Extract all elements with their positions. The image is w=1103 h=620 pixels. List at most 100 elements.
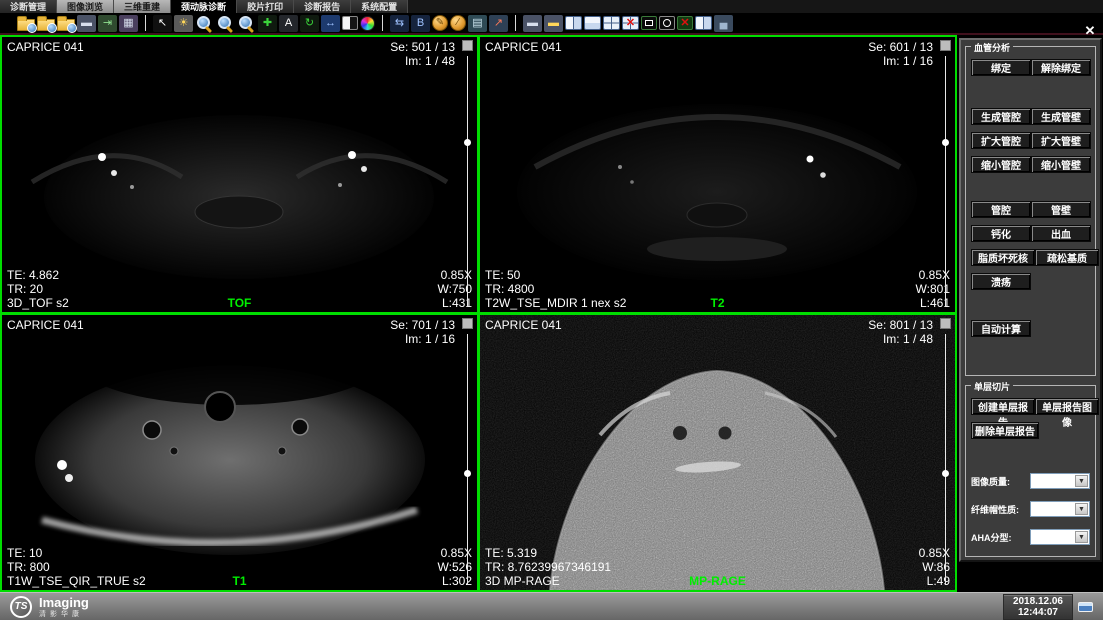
image-scrollbar[interactable] <box>942 56 949 307</box>
brand-text: Imaging 清影华康 <box>39 596 89 618</box>
image-scrollbar[interactable] <box>464 56 471 307</box>
layout-2x1-icon[interactable] <box>584 16 601 30</box>
series-info: Se: 601 / 13 Im: 1 / 16 <box>868 40 933 68</box>
zoom-icon[interactable] <box>195 15 214 32</box>
fit-window-icon[interactable]: ↔ <box>321 15 340 32</box>
tab-image-browse[interactable]: 图像浏览 <box>57 0 114 13</box>
viewport-corner-button[interactable] <box>940 40 951 51</box>
main-area: CAPRICE 041 Se: 501 / 13 Im: 1 / 48 TE: … <box>0 35 1103 592</box>
roi-ellipse-icon[interactable] <box>659 16 675 30</box>
compare-split-icon[interactable] <box>695 16 712 30</box>
open-series-folder-icon[interactable] <box>37 19 55 31</box>
scrollbar-thumb[interactable] <box>464 470 471 477</box>
scrollbar-thumb[interactable] <box>464 139 471 146</box>
open-study-folder-icon[interactable] <box>17 19 35 31</box>
expand-lumen-button[interactable]: 扩大管腔 <box>971 132 1031 149</box>
toolbar-separator <box>145 15 146 31</box>
measure-icon[interactable]: ∕ <box>450 15 466 31</box>
chevron-down-icon[interactable]: ▼ <box>1075 531 1088 543</box>
lumen-button[interactable]: 管腔 <box>971 201 1031 218</box>
shrink-wall-button[interactable]: 缩小管壁 <box>1031 156 1091 173</box>
slice-report-image-button[interactable]: 单层报告图像 <box>1035 398 1099 415</box>
loose-matrix-button[interactable]: 疏松基质 <box>1035 249 1099 266</box>
scrollbar-thumb[interactable] <box>942 470 949 477</box>
layout-close-icon[interactable]: ✕ <box>622 16 639 30</box>
expand-wall-button[interactable]: 扩大管壁 <box>1031 132 1091 149</box>
lipid-core-button[interactable]: 脂质坏死核 <box>971 249 1035 266</box>
fibrous-cap-label: 纤维帽性质: <box>971 503 1019 516</box>
image-quality-label: 图像质量: <box>971 475 1010 488</box>
shrink-lumen-button[interactable]: 缩小管腔 <box>971 156 1031 173</box>
import-images-icon[interactable]: ⇥ <box>98 15 117 32</box>
image-quality-select[interactable]: ▼ <box>1030 473 1090 489</box>
auto-calculate-button[interactable]: 自动计算 <box>971 320 1031 337</box>
layout-1x2-icon[interactable] <box>565 16 582 30</box>
te-value: TE: 5.319 <box>485 546 611 560</box>
hemorrhage-button[interactable]: 出血 <box>1031 225 1091 242</box>
viewport-corner-button[interactable] <box>462 318 473 329</box>
zoom-reset-icon[interactable] <box>237 15 256 32</box>
capture-icon[interactable]: ▄ <box>714 15 733 32</box>
time-value: 12:44:07 <box>1013 607 1063 618</box>
tab-diagnosis-management[interactable]: 诊断管理 <box>0 0 57 13</box>
monitor-minus-icon[interactable]: ▬ <box>523 15 542 32</box>
aha-type-select[interactable]: ▼ <box>1030 529 1090 545</box>
window-level-icon[interactable]: ☀ <box>174 15 193 32</box>
bind-button[interactable]: 绑定 <box>971 59 1031 76</box>
fibrous-cap-select[interactable]: ▼ <box>1030 501 1090 517</box>
tab-film-print[interactable]: 胶片打印 <box>237 0 294 13</box>
annotation-icon[interactable]: A <box>279 15 298 32</box>
pan-icon[interactable]: ✚ <box>258 15 277 32</box>
calcification-button[interactable]: 钙化 <box>971 225 1031 242</box>
te-value: TE: 50 <box>485 268 626 282</box>
close-icon[interactable]: ✕ <box>1082 24 1098 38</box>
roi-delete-icon[interactable]: ✕ <box>677 16 693 30</box>
layout-2x2-icon[interactable] <box>603 16 620 30</box>
te-value: TE: 10 <box>7 546 146 560</box>
copy-icon[interactable]: ▤ <box>468 15 487 32</box>
viewport-corner-button[interactable] <box>462 40 473 51</box>
ulcer-button[interactable]: 溃疡 <box>971 273 1031 290</box>
draw-icon[interactable]: ✎ <box>432 15 448 31</box>
right-sidebar: 血管分析 绑定 解除绑定 生成管腔 生成管壁 扩大管腔 扩大管壁 缩小管腔 <box>957 35 1103 592</box>
viewport-corner-button[interactable] <box>940 318 951 329</box>
generate-wall-button[interactable]: 生成管壁 <box>1031 108 1091 125</box>
scrollbar-thumb[interactable] <box>942 139 949 146</box>
export-image-icon[interactable]: ↗ <box>489 15 508 32</box>
unbind-button[interactable]: 解除绑定 <box>1031 59 1091 76</box>
monitor-edit-icon[interactable]: ▬ <box>544 15 563 32</box>
viewport-t1[interactable]: CAPRICE 041 Se: 701 / 13 Im: 1 / 16 TE: … <box>2 315 477 590</box>
create-slice-report-button[interactable]: 创建单层报告 <box>971 398 1035 415</box>
tab-system-config[interactable]: 系统配置 <box>351 0 408 13</box>
te-value: TE: 4.862 <box>7 268 69 282</box>
brand-name: Imaging <box>39 596 89 609</box>
delete-slice-report-button[interactable]: 删除单层报告 <box>971 422 1039 439</box>
tab-carotid-diagnosis[interactable]: 颈动脉诊断 <box>171 0 237 13</box>
close-study-icon[interactable]: ▬ <box>77 15 96 32</box>
archive-icon[interactable]: ▦ <box>119 15 138 32</box>
cine-forward-icon[interactable]: ⇆ <box>390 15 409 32</box>
viewport-mprage[interactable]: CAPRICE 041 Se: 801 / 13 Im: 1 / 48 TE: … <box>480 315 955 590</box>
sequence-name: T1W_TSE_QIR_TRUE s2 <box>7 574 146 588</box>
tab-3d-reconstruction[interactable]: 三维重建 <box>114 0 171 13</box>
refresh-icon[interactable]: ↻ <box>300 15 319 32</box>
tr-value: TR: 800 <box>7 560 146 574</box>
sequence-label: TOF <box>228 296 252 310</box>
generate-lumen-button[interactable]: 生成管腔 <box>971 108 1031 125</box>
wall-button[interactable]: 管壁 <box>1031 201 1091 218</box>
viewport-t2[interactable]: CAPRICE 041 Se: 601 / 13 Im: 1 / 16 TE: … <box>480 37 955 312</box>
image-scrollbar[interactable] <box>464 334 471 585</box>
invert-icon[interactable] <box>342 16 358 30</box>
cine-batch-icon[interactable]: B <box>411 15 430 32</box>
chevron-down-icon[interactable]: ▼ <box>1075 475 1088 487</box>
open-image-folder-icon[interactable] <box>57 19 75 31</box>
sequence-name: T2W_TSE_MDIR 1 nex s2 <box>485 296 626 310</box>
chevron-down-icon[interactable]: ▼ <box>1075 503 1088 515</box>
cursor-icon[interactable]: ↖ <box>153 15 172 32</box>
viewport-tof[interactable]: CAPRICE 041 Se: 501 / 13 Im: 1 / 48 TE: … <box>2 37 477 312</box>
tab-diagnosis-report[interactable]: 诊断报告 <box>294 0 351 13</box>
image-scrollbar[interactable] <box>942 334 949 585</box>
zoom-region-icon[interactable] <box>216 15 235 32</box>
palette-icon[interactable] <box>360 16 375 31</box>
roi-rect-icon[interactable] <box>641 16 657 30</box>
